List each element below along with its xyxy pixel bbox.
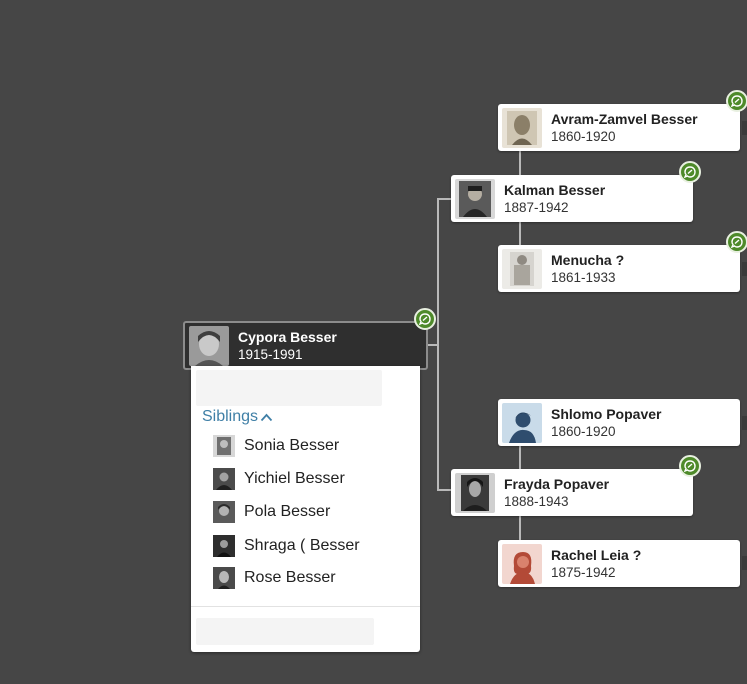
siblings-toggle[interactable]: Siblings [202,408,273,426]
connector-to-father [437,198,452,200]
person-photo [502,248,542,289]
person-card-focus[interactable]: Cypora Besser 1915-1991 [183,321,428,370]
connector-to-focus [427,344,439,346]
record-hint-icon[interactable] [726,231,747,253]
person-photo [455,472,495,513]
offscreen-connector [742,121,747,135]
sibling-name: Sonia Besser [244,437,340,454]
person-dates: 1887-1942 [504,199,569,215]
record-hint-icon[interactable] [679,161,701,183]
sibling-item[interactable]: Shraga ( Besser [213,535,360,557]
person-card-maternal-grandfather[interactable]: Shlomo Popaver 1860-1920 [498,399,740,446]
record-hint-icon[interactable] [679,455,701,477]
sibling-item[interactable]: Pola Besser [213,501,330,523]
sibling-item[interactable]: Sonia Besser [213,435,339,457]
person-dates: 1860-1920 [551,423,616,439]
person-name: Rachel Leia ? [551,546,642,563]
person-dates: 1915-1991 [238,346,303,362]
person-name: Avram-Zamvel Besser [551,110,698,127]
sibling-name: Rose Besser [244,569,336,586]
person-dates: 1860-1920 [551,128,616,144]
person-dates: 1888-1943 [504,493,569,509]
person-card-maternal-grandmother[interactable]: Rachel Leia ? 1875-1942 [498,540,740,587]
sibling-name: Yichiel Besser [244,470,345,487]
person-card-father[interactable]: Kalman Besser 1887-1942 [451,175,693,222]
person-name: Kalman Besser [504,181,606,198]
person-name: Frayda Popaver [504,475,610,492]
sibling-photo [213,567,235,589]
panel-divider [191,606,420,607]
loading-placeholder [196,618,374,645]
avatar-male-illustration [502,402,542,443]
sibling-name: Pola Besser [244,503,331,520]
offscreen-connector [742,556,747,570]
sibling-photo [213,535,235,557]
record-hint-icon[interactable] [726,90,747,112]
offscreen-connector [742,416,747,430]
person-card-paternal-grandfather[interactable]: Avram-Zamvel Besser 1860-1920 [498,104,740,151]
sibling-name: Shraga ( Besser [244,537,360,554]
person-card-paternal-grandmother[interactable]: Menucha ? 1861-1933 [498,245,740,292]
siblings-toggle-label: Siblings [202,408,259,425]
person-dates: 1861-1933 [551,269,616,285]
person-photo [455,178,495,219]
chevron-up-icon [260,413,273,421]
person-name: Shlomo Popaver [551,405,662,422]
person-dates: 1875-1942 [551,564,616,580]
person-name: Cypora Besser [238,328,337,345]
connector-to-mother [437,489,452,491]
sibling-photo [213,468,235,490]
sibling-photo [213,501,235,523]
offscreen-connector [742,262,747,276]
siblings-panel: Siblings Sonia Besser Yichiel Besser Pol… [191,366,420,652]
avatar-female-illustration [502,543,542,584]
person-name: Menucha ? [551,251,625,268]
sibling-photo [213,435,235,457]
person-photo [189,325,229,366]
loading-placeholder [196,370,382,406]
person-photo [502,107,542,148]
record-hint-icon[interactable] [414,308,436,330]
sibling-item[interactable]: Rose Besser [213,567,336,589]
sibling-item[interactable]: Yichiel Besser [213,468,345,490]
person-card-mother[interactable]: Frayda Popaver 1888-1943 [451,469,693,516]
